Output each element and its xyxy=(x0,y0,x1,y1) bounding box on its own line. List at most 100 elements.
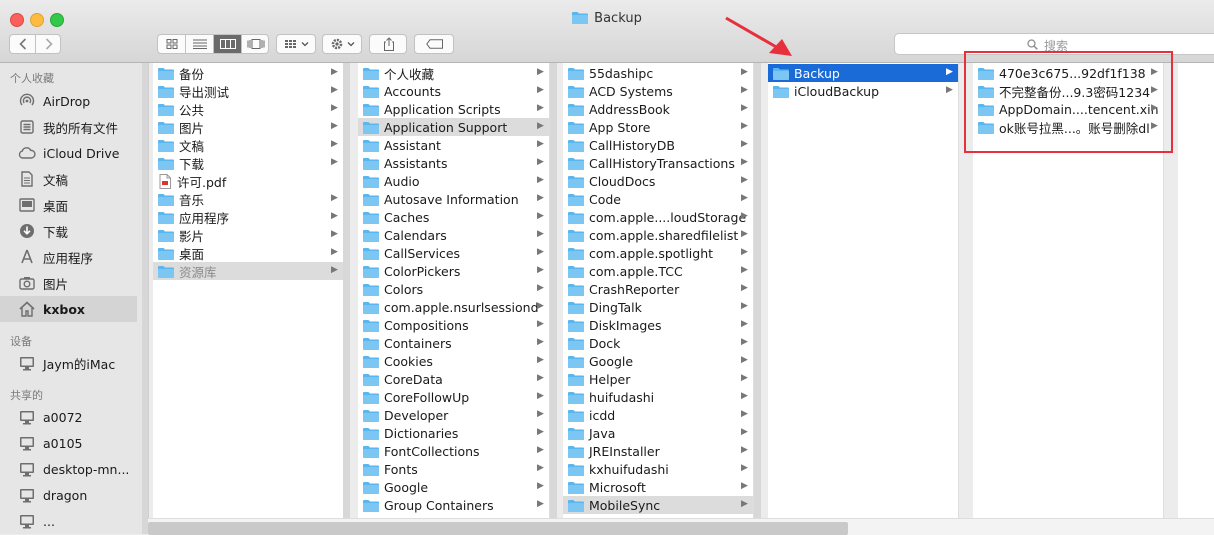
list-item[interactable]: Code ▶ xyxy=(563,190,753,208)
list-item[interactable]: 文稿 ▶ xyxy=(153,136,343,154)
list-item[interactable]: 资源库 ▶ xyxy=(153,262,343,280)
list-item[interactable]: Calendars ▶ xyxy=(358,226,549,244)
list-item[interactable]: JREInstaller ▶ xyxy=(563,442,753,460)
icon-view-button[interactable] xyxy=(158,35,186,53)
list-item[interactable]: Caches ▶ xyxy=(358,208,549,226)
list-item[interactable]: Developer ▶ xyxy=(358,406,549,424)
column-view-button[interactable] xyxy=(214,35,242,53)
list-item[interactable]: com.apple.TCC ▶ xyxy=(563,262,753,280)
list-item[interactable]: Accounts ▶ xyxy=(358,82,549,100)
list-item[interactable]: com.apple.sharedfilelist ▶ xyxy=(563,226,753,244)
list-item[interactable]: Assistant ▶ xyxy=(358,136,549,154)
list-item[interactable]: CloudDocs ▶ xyxy=(563,172,753,190)
list-item[interactable]: 音乐 ▶ xyxy=(153,190,343,208)
list-item[interactable]: 许可.pdf xyxy=(153,172,343,190)
cover-flow-button[interactable] xyxy=(242,35,269,53)
sidebar-item[interactable]: kxbox xyxy=(0,296,137,322)
list-item[interactable]: 应用程序 ▶ xyxy=(153,208,343,226)
list-item[interactable]: iCloudBackup ▶ xyxy=(768,82,958,100)
list-item[interactable]: FontCollections ▶ xyxy=(358,442,549,460)
list-item[interactable]: huifudashi ▶ xyxy=(563,388,753,406)
list-item[interactable]: icdd ▶ xyxy=(563,406,753,424)
list-item[interactable]: Audio ▶ xyxy=(358,172,549,190)
list-item[interactable]: 导出测试 ▶ xyxy=(153,82,343,100)
list-item[interactable]: Containers ▶ xyxy=(358,334,549,352)
column-scrollbar[interactable] xyxy=(343,63,350,518)
list-item[interactable]: Autosave Information ▶ xyxy=(358,190,549,208)
list-item[interactable]: Microsoft ▶ xyxy=(563,478,753,496)
list-item[interactable]: CoreFollowUp ▶ xyxy=(358,388,549,406)
list-item[interactable]: 影片 ▶ xyxy=(153,226,343,244)
arrange-button[interactable] xyxy=(276,34,316,54)
list-item[interactable]: Assistants ▶ xyxy=(358,154,549,172)
sidebar-item[interactable]: 我的所有文件 xyxy=(0,114,137,140)
back-button[interactable] xyxy=(10,35,36,53)
list-item[interactable]: Compositions ▶ xyxy=(358,316,549,334)
sidebar-item[interactable]: 文稿 xyxy=(0,166,137,192)
list-item[interactable]: CoreData ▶ xyxy=(358,370,549,388)
list-view-button[interactable] xyxy=(186,35,214,53)
list-item[interactable]: ok账号拉黑...。账号删除dl ▶ xyxy=(973,118,1163,136)
list-item[interactable]: DiskImages ▶ xyxy=(563,316,753,334)
tags-button[interactable] xyxy=(414,34,454,54)
list-item[interactable]: Google ▶ xyxy=(358,478,549,496)
list-item[interactable]: 55dashipc ▶ xyxy=(563,64,753,82)
sidebar-item[interactable]: iCloud Drive xyxy=(0,140,137,166)
list-item[interactable]: 桌面 ▶ xyxy=(153,244,343,262)
sidebar-item[interactable]: desktop-mn... xyxy=(0,456,137,482)
list-item[interactable]: kxhuifudashi ▶ xyxy=(563,460,753,478)
list-item[interactable]: ColorPickers ▶ xyxy=(358,262,549,280)
column-scrollbar[interactable] xyxy=(754,63,761,518)
list-item[interactable]: MobileSync ▶ xyxy=(563,496,753,514)
list-item[interactable]: 下载 ▶ xyxy=(153,154,343,172)
list-item[interactable]: Cookies ▶ xyxy=(358,352,549,370)
sidebar-item[interactable]: AirDrop xyxy=(0,88,137,114)
column-scrollbar[interactable] xyxy=(550,63,557,518)
list-item[interactable]: CrashReporter ▶ xyxy=(563,280,753,298)
sidebar-item[interactable]: dragon xyxy=(0,482,137,508)
sidebar-item[interactable]: 应用程序 xyxy=(0,244,137,270)
list-item[interactable]: 不完整备份...9.3密码1234 ▶ xyxy=(973,82,1163,100)
list-item[interactable]: Group Containers ▶ xyxy=(358,496,549,514)
list-item[interactable]: ACD Systems ▶ xyxy=(563,82,753,100)
list-item[interactable]: Google ▶ xyxy=(563,352,753,370)
sidebar-item[interactable]: a0105 xyxy=(0,430,137,456)
list-item[interactable]: com.apple.nsurlsessiond ▶ xyxy=(358,298,549,316)
list-item[interactable]: Dock ▶ xyxy=(563,334,753,352)
sidebar-item[interactable]: a0072 xyxy=(0,404,137,430)
sidebar-item[interactable]: 图片 xyxy=(0,270,137,296)
search-field[interactable]: 搜索 xyxy=(894,33,1214,55)
list-item[interactable]: com.apple.spotlight ▶ xyxy=(563,244,753,262)
horizontal-scrollbar[interactable] xyxy=(148,518,1214,535)
list-item[interactable]: AppDomain....tencent.xin ▶ xyxy=(973,100,1163,118)
list-item[interactable]: Application Support ▶ xyxy=(358,118,549,136)
sidebar-item[interactable]: Jaym的iMac xyxy=(0,350,137,376)
list-item[interactable]: com.apple....loudStorage ▶ xyxy=(563,208,753,226)
list-item[interactable]: Helper ▶ xyxy=(563,370,753,388)
sidebar-item[interactable]: 下载 xyxy=(0,218,137,244)
list-item[interactable]: CallServices ▶ xyxy=(358,244,549,262)
list-item[interactable]: App Store ▶ xyxy=(563,118,753,136)
share-button[interactable] xyxy=(369,34,407,54)
list-item[interactable]: Dictionaries ▶ xyxy=(358,424,549,442)
list-item[interactable]: Colors ▶ xyxy=(358,280,549,298)
list-item[interactable]: 个人收藏 ▶ xyxy=(358,64,549,82)
list-item[interactable]: 470e3c675...92df1f138 ▶ xyxy=(973,64,1163,82)
list-item[interactable]: 公共 ▶ xyxy=(153,100,343,118)
sidebar-scrollbar[interactable] xyxy=(142,63,148,534)
list-item[interactable]: Backup ▶ xyxy=(768,64,958,82)
list-item[interactable]: AddressBook ▶ xyxy=(563,100,753,118)
list-item[interactable]: CallHistoryDB ▶ xyxy=(563,136,753,154)
forward-button[interactable] xyxy=(36,35,61,53)
list-item[interactable]: 备份 ▶ xyxy=(153,64,343,82)
list-item[interactable]: DingTalk ▶ xyxy=(563,298,753,316)
action-button[interactable] xyxy=(322,34,362,54)
scrollbar-thumb[interactable] xyxy=(148,522,848,535)
list-item[interactable]: Java ▶ xyxy=(563,424,753,442)
list-item[interactable]: 图片 ▶ xyxy=(153,118,343,136)
sidebar-item[interactable]: 桌面 xyxy=(0,192,137,218)
list-item[interactable]: CallHistoryTransactions ▶ xyxy=(563,154,753,172)
list-item[interactable]: Fonts ▶ xyxy=(358,460,549,478)
sidebar-item[interactable]: ... xyxy=(0,508,137,534)
list-item[interactable]: Application Scripts ▶ xyxy=(358,100,549,118)
